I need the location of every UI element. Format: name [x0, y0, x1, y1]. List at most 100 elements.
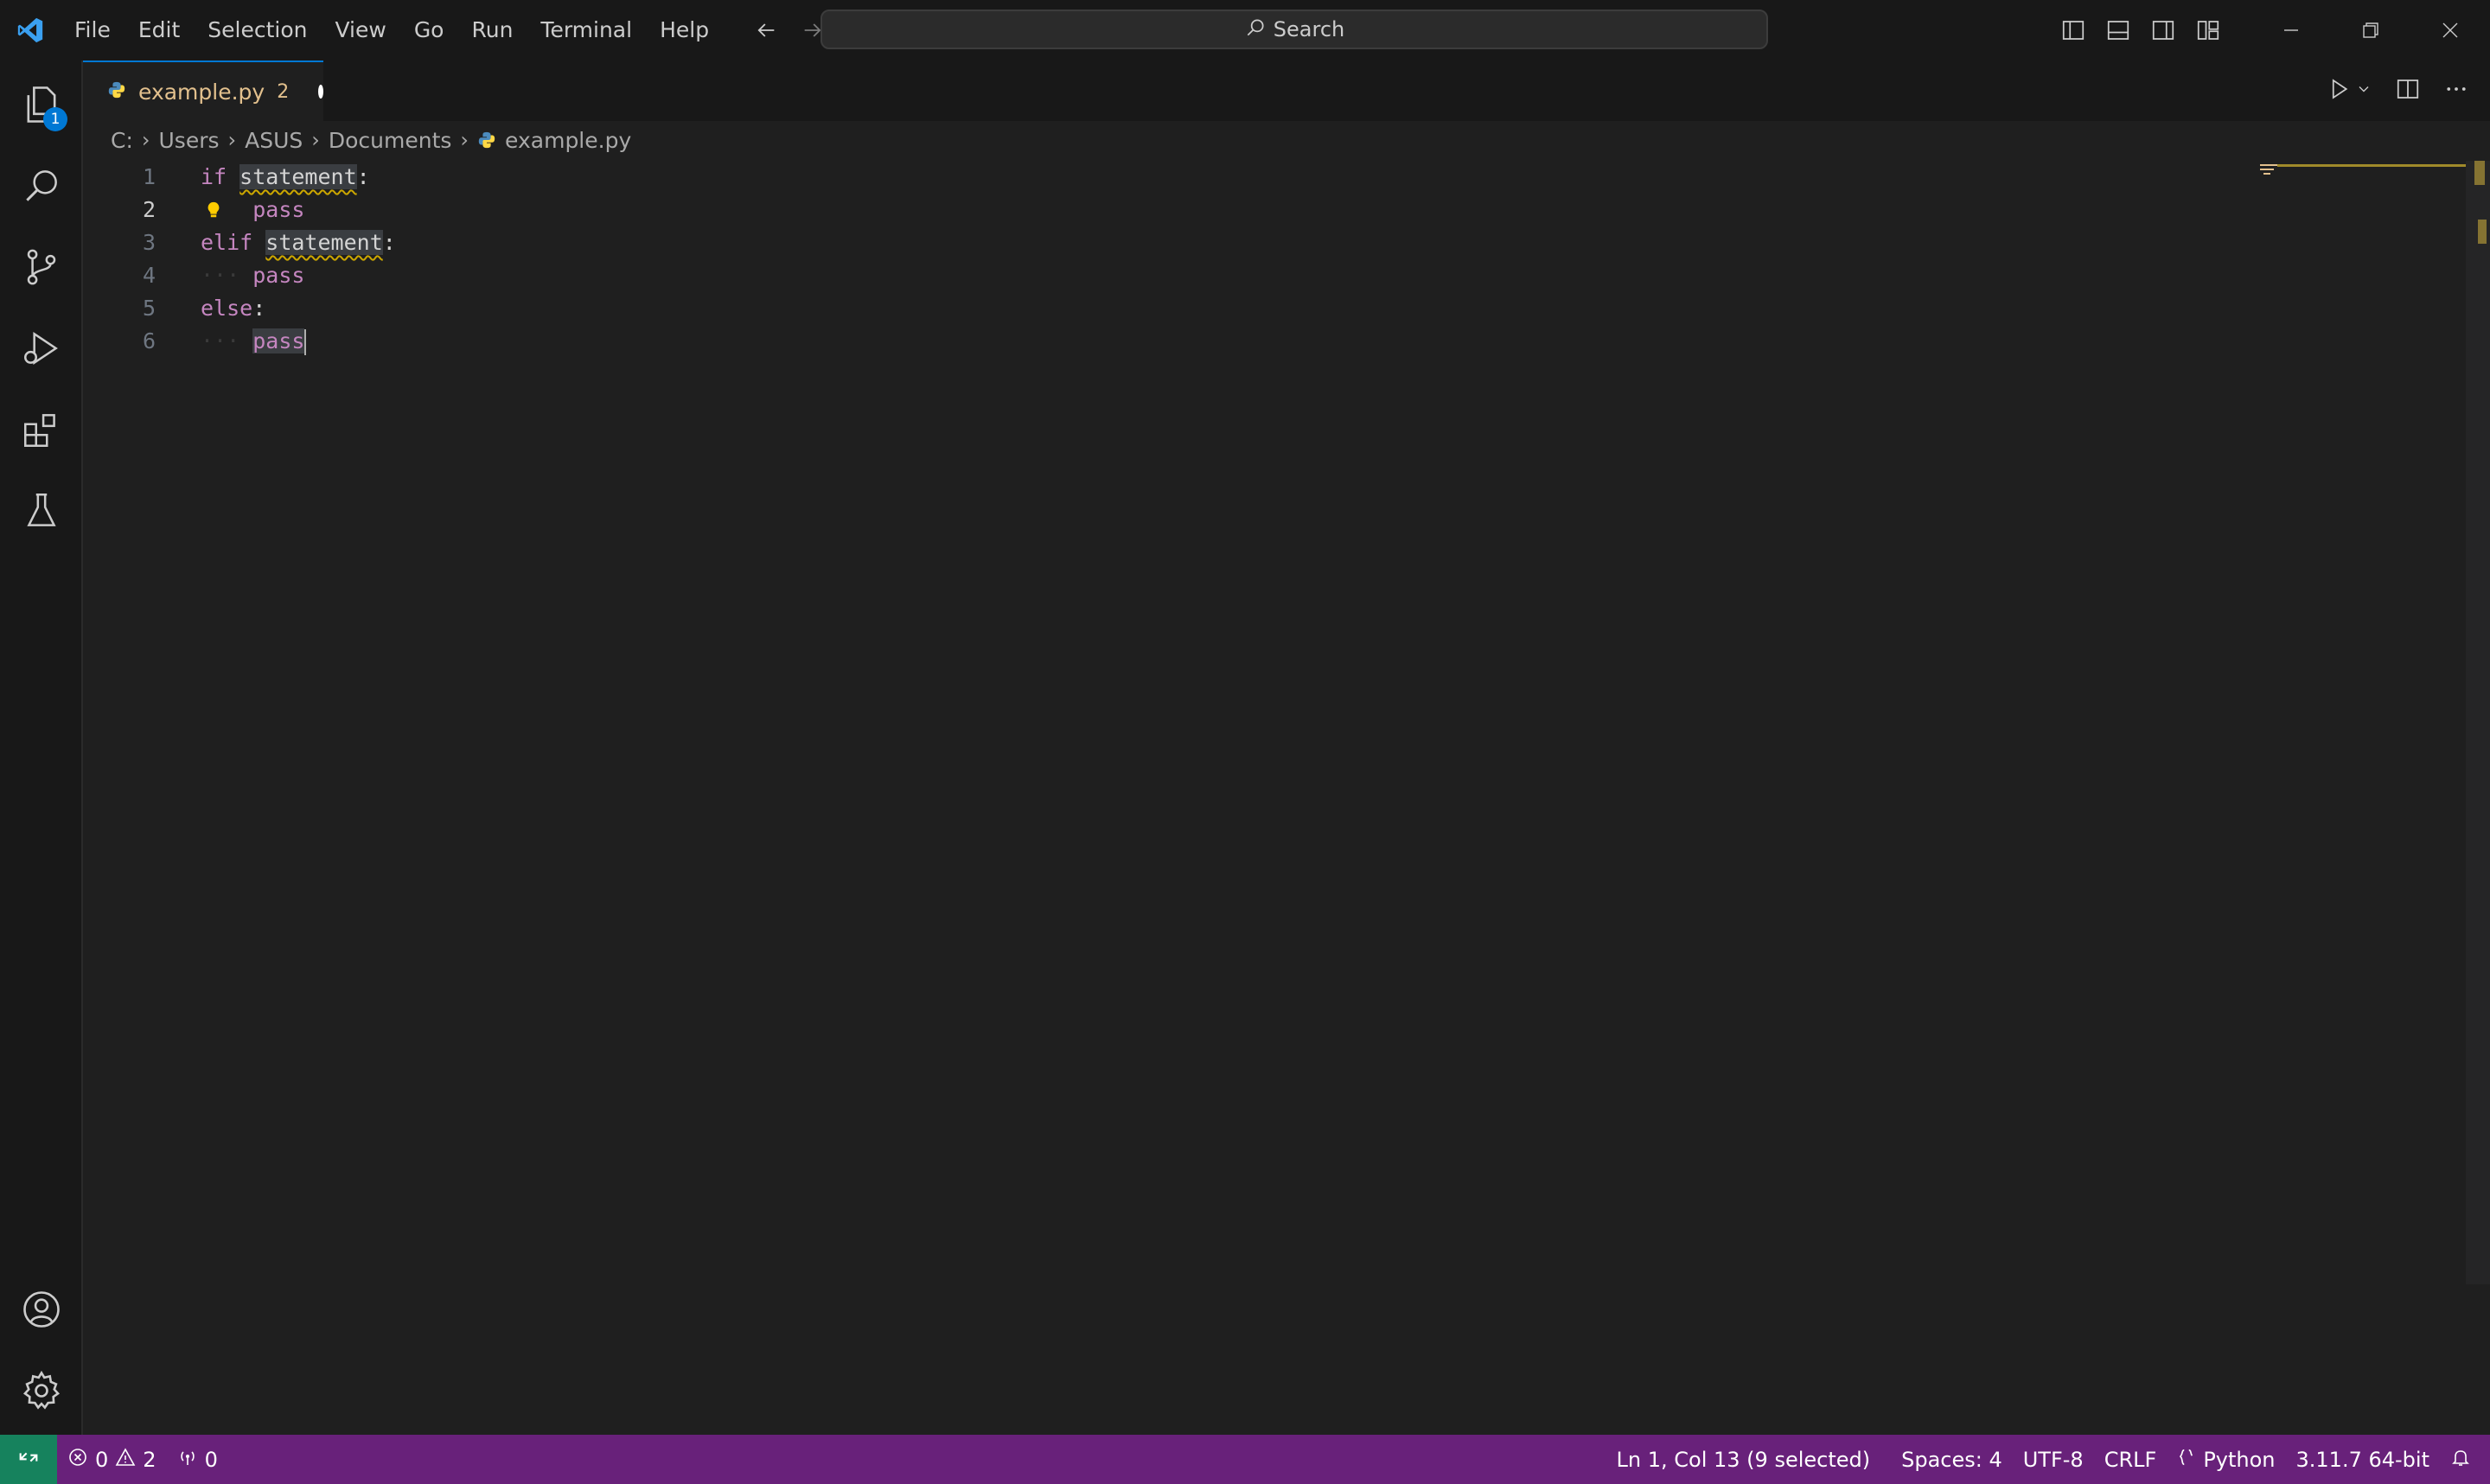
- code-line[interactable]: else:: [201, 292, 396, 325]
- line-number: 4: [142, 263, 156, 288]
- menu-run[interactable]: Run: [457, 0, 527, 61]
- command-center-search[interactable]: Search: [820, 10, 1768, 49]
- chevron-right-icon: ›: [460, 128, 469, 152]
- warning-icon: [115, 1447, 136, 1473]
- vertical-scrollbar[interactable]: [2466, 161, 2490, 1284]
- highlighted-occurrence: statement: [265, 230, 383, 255]
- scrollbar-warning-marker: [2474, 161, 2485, 185]
- search-icon: [20, 164, 63, 211]
- menu-go[interactable]: Go: [400, 0, 458, 61]
- toggle-panel-icon[interactable]: [2104, 16, 2132, 44]
- remote-indicator-button[interactable]: [0, 1435, 57, 1484]
- tab-problem-count: 2: [277, 80, 290, 103]
- code-line[interactable]: elif statement:: [201, 226, 396, 259]
- unsaved-dot-icon[interactable]: [318, 85, 323, 99]
- selected-text: statement: [239, 164, 357, 189]
- broadcast-icon: [177, 1447, 198, 1473]
- encoding[interactable]: UTF-8: [2013, 1435, 2094, 1484]
- restore-icon[interactable]: [2331, 0, 2410, 61]
- toggle-secondary-sidebar-icon[interactable]: [2149, 16, 2177, 44]
- breadcrumb-documents[interactable]: Documents: [329, 128, 452, 153]
- end-of-line[interactable]: CRLF: [2094, 1435, 2168, 1484]
- search-label: Search: [1273, 17, 1345, 41]
- colon: :: [382, 230, 396, 255]
- account-icon: [19, 1287, 64, 1335]
- python-interpreter[interactable]: 3.11.7 64-bit: [2286, 1435, 2440, 1484]
- error-icon: [67, 1447, 88, 1473]
- tab-label: example.py: [138, 79, 265, 105]
- run-debug-button[interactable]: [0, 311, 83, 389]
- notifications-button[interactable]: [2440, 1435, 2490, 1484]
- menu-terminal[interactable]: Terminal: [527, 0, 646, 61]
- search-icon: [1244, 16, 1267, 42]
- indentation[interactable]: Spaces: 4: [1891, 1435, 2013, 1484]
- vscode-logo-icon: [0, 0, 61, 61]
- breadcrumb: C: › Users › ASUS › Documents › example.…: [111, 121, 631, 159]
- ports-indicator[interactable]: 0: [167, 1435, 228, 1484]
- language-label: Python: [2203, 1447, 2276, 1472]
- tab-example-py[interactable]: example.py 2: [83, 61, 323, 121]
- chevron-right-icon: ›: [227, 128, 237, 152]
- customize-layout-icon[interactable]: [2194, 16, 2222, 44]
- accounts-button[interactable]: [0, 1272, 83, 1350]
- cursor-position[interactable]: Ln 1, Col 13 (9 selected): [1606, 1435, 1881, 1484]
- breadcrumb-drive[interactable]: C:: [111, 128, 133, 153]
- run-debug-icon: [20, 327, 63, 373]
- code-line[interactable]: if statement:: [201, 161, 396, 194]
- run-python-file-icon[interactable]: [2326, 76, 2352, 105]
- testing-button[interactable]: [0, 474, 83, 551]
- keyword: elif: [201, 230, 253, 255]
- line-number: 6: [142, 328, 156, 353]
- explorer-badge: 1: [43, 107, 67, 131]
- minimize-icon[interactable]: [2251, 0, 2331, 61]
- back-arrow-icon[interactable]: [752, 16, 780, 44]
- line-number: 5: [142, 296, 156, 321]
- menu-bar: File Edit Selection View Go Run Terminal…: [61, 0, 723, 61]
- code-line[interactable]: ··· pass: [201, 259, 396, 292]
- keyword: if: [201, 164, 227, 189]
- minimap-highlight: [2277, 164, 2466, 167]
- editor-tabs: example.py 2: [83, 61, 2490, 121]
- code-line[interactable]: ··· pass: [201, 325, 396, 358]
- source-control-button[interactable]: [0, 230, 83, 308]
- keyword: pass: [252, 328, 305, 353]
- menu-edit[interactable]: Edit: [124, 0, 194, 61]
- code-line[interactable]: pass: [201, 194, 396, 226]
- activity-bar: 1: [0, 61, 83, 1435]
- menu-help[interactable]: Help: [646, 0, 723, 61]
- text-cursor: [304, 329, 307, 355]
- chevron-right-icon: ›: [311, 128, 320, 152]
- chevron-down-icon[interactable]: [2355, 80, 2372, 101]
- keyword: pass: [252, 263, 305, 288]
- breadcrumb-users[interactable]: Users: [159, 128, 220, 153]
- breadcrumb-asus[interactable]: ASUS: [245, 128, 303, 153]
- extensions-icon: [20, 408, 63, 455]
- explorer-button[interactable]: 1: [0, 67, 83, 145]
- keyword: pass: [252, 197, 305, 222]
- menu-view[interactable]: View: [321, 0, 399, 61]
- code-lines[interactable]: if statement: pass elif statement: ··· p…: [201, 161, 396, 358]
- line-number: 3: [142, 230, 156, 255]
- search-view-button[interactable]: [0, 149, 83, 226]
- menu-file[interactable]: File: [61, 0, 124, 61]
- remote-icon: [16, 1445, 41, 1474]
- minimap-slider-icon[interactable]: [2260, 162, 2279, 176]
- extensions-button[interactable]: [0, 392, 83, 470]
- code-editor[interactable]: 1 2 3 4 5 6 if statement: pass elif stat…: [83, 161, 2464, 1431]
- indent-whitespace: ···: [201, 328, 240, 353]
- colon: :: [252, 296, 266, 321]
- bell-icon: [2450, 1447, 2471, 1473]
- problems-indicator[interactable]: 0 2: [57, 1435, 167, 1484]
- language-mode[interactable]: Python: [2167, 1435, 2285, 1484]
- menu-selection[interactable]: Selection: [194, 0, 321, 61]
- more-actions-icon[interactable]: [2443, 76, 2469, 105]
- keyword: else: [201, 296, 253, 321]
- breadcrumb-file[interactable]: example.py: [505, 128, 631, 153]
- lightbulb-icon[interactable]: [199, 197, 228, 223]
- flask-icon: [20, 489, 63, 536]
- close-icon[interactable]: [2410, 0, 2490, 61]
- split-editor-icon[interactable]: [2395, 76, 2421, 105]
- toggle-primary-sidebar-icon[interactable]: [2059, 16, 2087, 44]
- line-number: 2: [142, 197, 156, 222]
- manage-button[interactable]: [0, 1353, 83, 1431]
